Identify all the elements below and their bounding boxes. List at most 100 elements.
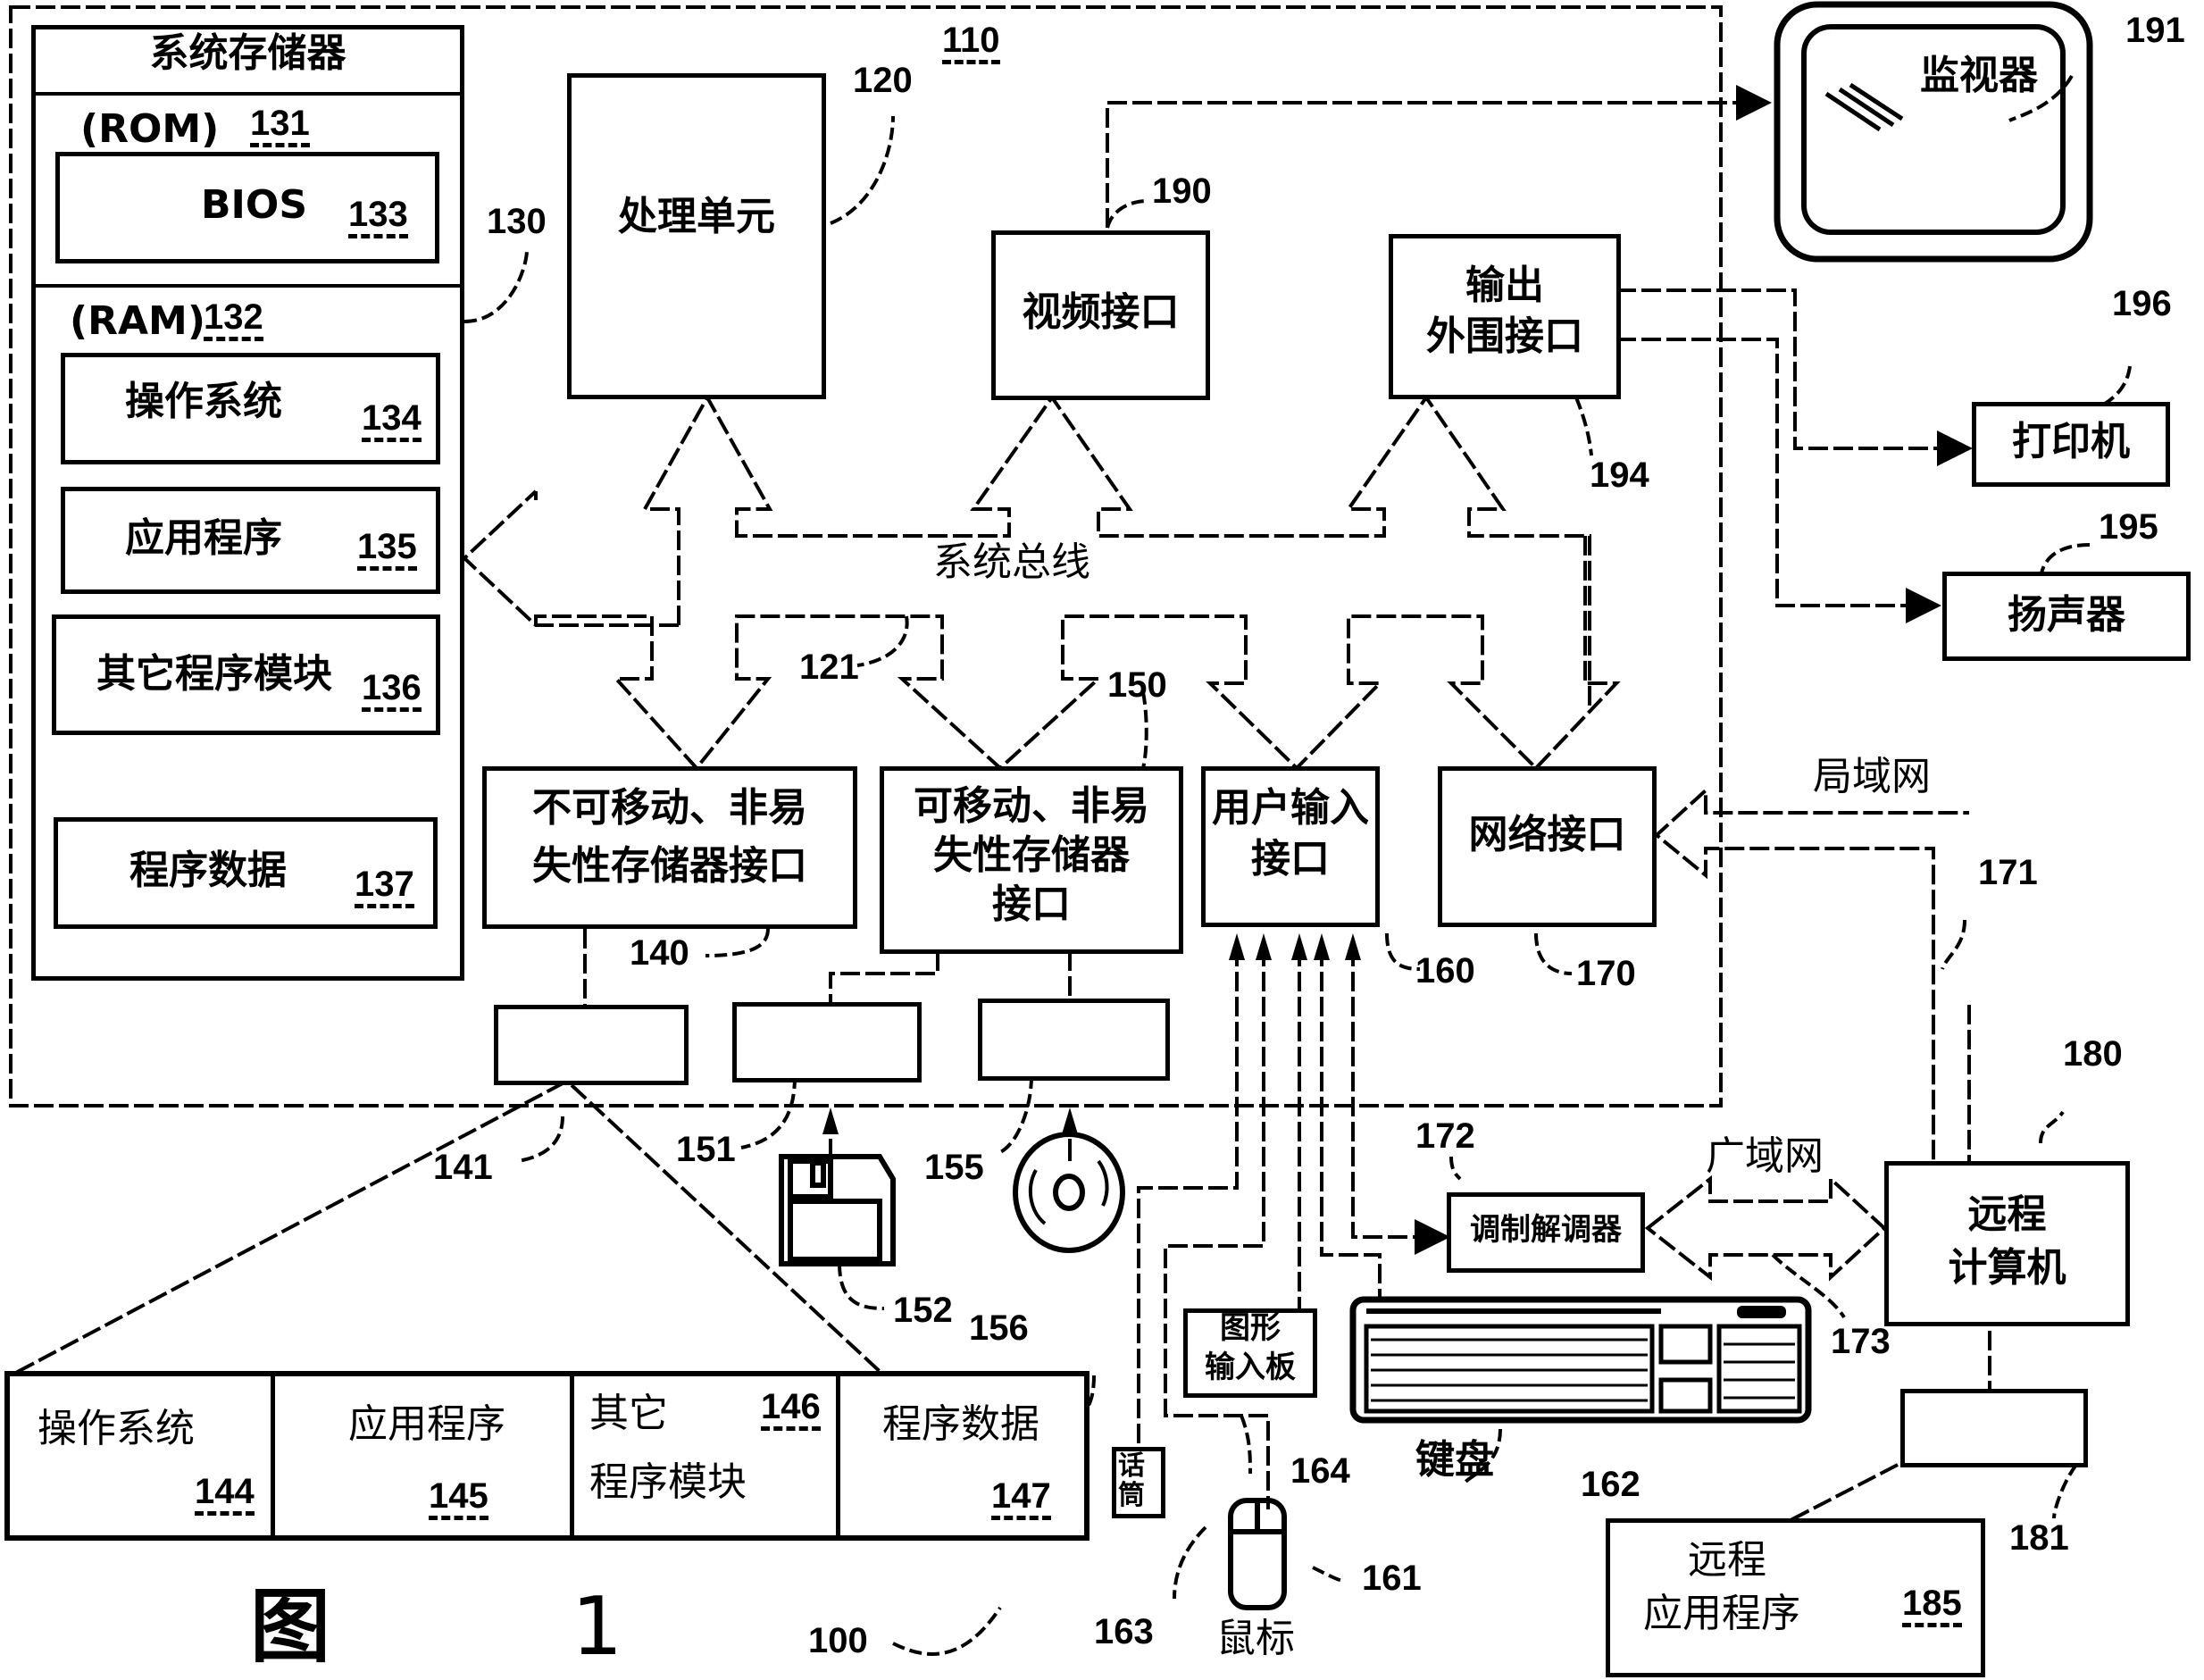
optical-disk-drive: [978, 999, 1170, 1081]
lan-label: 局域网: [1813, 754, 1931, 799]
nonremovable-ref: 140: [630, 933, 689, 973]
nonremovable-line1: 不可移动、非易: [532, 785, 807, 831]
system-memory-ref: 130: [487, 202, 547, 241]
removable-line2: 失性存储器: [933, 832, 1130, 878]
floppy-disk-drive: [732, 1002, 922, 1082]
disk-content-line1: 其它: [589, 1391, 668, 1436]
memory-item-ref: 136: [362, 670, 422, 712]
figure-caption-char: 图: [250, 1580, 330, 1674]
output-peripheral-line2: 外围接口: [1426, 313, 1583, 359]
removable-line1: 可移动、非易: [914, 783, 1149, 829]
monitor-ref: 191: [2125, 11, 2185, 50]
rom-label: (ROM): [80, 106, 220, 152]
tablet-line2: 输入板: [1205, 1350, 1296, 1385]
floppy-disk-ref: 152: [893, 1291, 953, 1330]
nonremovable-line2: 失性存储器接口: [532, 843, 807, 889]
wan-label: 广域网: [1706, 1133, 1824, 1179]
optical-disk-ref: 156: [969, 1308, 1029, 1348]
microphone-ref: 163: [1094, 1612, 1154, 1651]
mouse-ref: 161: [1362, 1559, 1422, 1598]
system-ref: 100: [808, 1621, 868, 1660]
out-to-speaker-line: [1616, 338, 1941, 623]
wan-arrow: [1644, 1174, 1887, 1282]
printer-ref: 196: [2112, 284, 2172, 323]
disk-content-label: 应用程序: [348, 1401, 505, 1447]
figure-caption-number: 1: [572, 1580, 623, 1674]
removable-ref: 150: [1107, 665, 1167, 705]
memory-item-ref: 137: [355, 866, 414, 908]
memory-item-label: 其它程序模块: [96, 651, 332, 697]
microphone-label: 话筒: [1118, 1450, 1145, 1511]
monitor-outer: [1774, 1, 2093, 263]
remote-computer: [1884, 1161, 2130, 1326]
printer-label: 打印机: [2012, 419, 2130, 464]
monitor-label: 监视器: [1920, 53, 2038, 98]
disk-content-ref: 147: [991, 1478, 1051, 1520]
user-input-line2: 接口: [1251, 836, 1330, 882]
memory-item-label: 操作系统: [125, 379, 282, 424]
mouse-label: 鼠标: [1216, 1616, 1295, 1661]
bus-arrow-processing: [641, 393, 773, 625]
hard-disk-drive: [494, 1005, 689, 1085]
disk-contents-link: [10, 1081, 565, 1377]
mouse-icon: [1228, 1498, 1287, 1610]
tablet-line1: 图形: [1220, 1310, 1281, 1346]
system-bus-ref: 121: [799, 648, 859, 687]
video-interface-label: 视频接口: [1022, 289, 1180, 335]
memory-item-ref: 134: [362, 400, 422, 442]
remote-storage: [1900, 1389, 2088, 1467]
tablet-ref: 164: [1290, 1451, 1350, 1491]
disk-content-ref: 144: [195, 1474, 255, 1516]
computer-ref: 110: [942, 22, 1000, 64]
keyboard-ref: 162: [1581, 1465, 1640, 1504]
system-memory-title: 系统存储器: [149, 30, 346, 76]
bus-arrow-video: [735, 394, 1591, 706]
memory-item-ref: 135: [357, 529, 417, 571]
modem-label: 调制解调器: [1470, 1212, 1622, 1248]
disk-content-ref: 145: [429, 1478, 488, 1520]
keyboard-icon: [1349, 1296, 1812, 1424]
floppy-drive-ref: 151: [676, 1130, 736, 1169]
disk-content-label: 操作系统: [38, 1406, 195, 1451]
remote-computer-ref: 180: [2063, 1034, 2123, 1074]
disk-content-label: 程序数据: [882, 1401, 1039, 1447]
rom-ref: 131: [250, 105, 310, 147]
bus-arrow-memory: [462, 489, 679, 627]
bios-ref: 133: [348, 196, 408, 238]
speaker-ref: 195: [2099, 507, 2158, 547]
out-to-printer-line: [1616, 288, 1973, 466]
monitor-glare-icon: [1824, 82, 1904, 132]
remote-apps-line1: 远程: [1688, 1537, 1766, 1583]
modem-ref: 172: [1415, 1116, 1475, 1156]
remote-computer-line2: 计算机: [1948, 1245, 2066, 1291]
disk-content-line2: 程序模块: [589, 1459, 747, 1505]
user-input-line1: 用户输入: [1212, 785, 1369, 831]
disk-contents: [4, 1371, 1089, 1541]
processing-unit-ref: 120: [853, 61, 913, 100]
system-bus-label: 系统总线: [933, 539, 1090, 585]
hard-disk-ref: 141: [433, 1148, 493, 1187]
remote-computer-line1: 远程: [1967, 1191, 2047, 1237]
memory-item-label: 应用程序: [125, 515, 282, 561]
network-interface-ref: 170: [1576, 954, 1636, 993]
lan-ref: 171: [1978, 853, 2038, 892]
keyboard-label: 键盘: [1415, 1437, 1494, 1483]
output-peripheral-ref: 194: [1590, 456, 1649, 495]
output-peripheral-line1: 输出: [1465, 263, 1544, 308]
network-interface-label: 网络接口: [1468, 812, 1626, 857]
video-interface-ref: 190: [1152, 171, 1212, 211]
optical-drive-ref: 155: [924, 1148, 984, 1187]
disk-content-ref: 146: [761, 1389, 821, 1431]
ram-ref: 132: [204, 299, 263, 341]
remote-apps-ref: 185: [1902, 1585, 1962, 1627]
remote-apps-line2: 应用程序: [1643, 1591, 1800, 1636]
processing-unit-label: 处理单元: [618, 194, 775, 239]
ram-label: (RAM): [70, 298, 205, 344]
remote-storage-ref: 181: [2009, 1518, 2069, 1558]
user-input-ref: 160: [1415, 951, 1475, 990]
removable-line3: 接口: [992, 882, 1071, 927]
wan-ref: 173: [1831, 1322, 1891, 1361]
speaker-label: 扬声器: [2008, 592, 2125, 638]
bios-label: BIOS: [201, 182, 308, 228]
memory-item-label: 程序数据: [129, 848, 287, 893]
